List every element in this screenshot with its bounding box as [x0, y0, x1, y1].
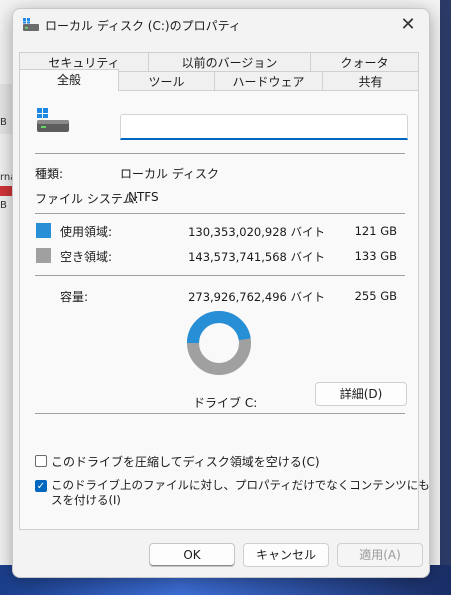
tab-general[interactable]: 全般	[19, 69, 119, 91]
background-red-bar	[0, 186, 12, 196]
compress-drive-label[interactable]: このドライブを圧縮してディスク領域を空ける(C)	[51, 453, 320, 470]
drive-icon	[23, 18, 39, 31]
used-space-gb: 121 GB	[354, 224, 397, 238]
type-label: 種類:	[35, 167, 64, 181]
tab-tools[interactable]: ツール	[118, 71, 215, 91]
capacity-bytes: 273,926,762,496 バイト	[188, 290, 325, 304]
tab-quota[interactable]: クォータ	[310, 52, 419, 72]
index-contents-label-line1[interactable]: このドライブ上のファイルに対し、プロパティだけでなくコンテンツにもインデック	[51, 477, 429, 493]
window-title: ローカル ディスク (C:)のプロパティ	[45, 19, 241, 33]
tab-previous-versions[interactable]: 以前のバージョン	[148, 52, 311, 72]
close-button[interactable]: ✕	[391, 11, 425, 39]
capacity-gb: 255 GB	[354, 289, 397, 303]
background-text-fragment: B	[0, 117, 7, 128]
free-space-gb: 133 GB	[354, 249, 397, 263]
drive-name-input[interactable]	[120, 114, 408, 140]
cancel-button[interactable]: キャンセル	[243, 543, 329, 567]
compress-drive-checkbox[interactable]	[35, 455, 47, 467]
used-space-label: 使用領域:	[60, 225, 113, 239]
filesystem-value: NTFS	[128, 190, 159, 204]
divider	[35, 275, 405, 276]
free-space-bytes: 143,573,741,568 バイト	[188, 250, 325, 264]
index-contents-label-line2[interactable]: スを付ける(I)	[51, 492, 121, 508]
local-disk-icon	[37, 108, 69, 132]
tab-sharing[interactable]: 共有	[322, 71, 419, 91]
apply-button[interactable]: 適用(A)	[337, 543, 423, 567]
free-space-label: 空き領域:	[60, 250, 113, 264]
divider	[35, 153, 405, 154]
index-contents-checkbox[interactable]: ✓	[35, 480, 47, 492]
drive-letter-label: ドライブ C:	[193, 396, 258, 410]
divider	[35, 413, 405, 414]
capacity-label: 容量:	[60, 290, 89, 304]
title-bar[interactable]: ローカル ディスク (C:)のプロパティ ✕	[13, 9, 429, 41]
used-space-bytes: 130,353,020,928 バイト	[188, 225, 325, 239]
properties-dialog: ローカル ディスク (C:)のプロパティ ✕ セキュリティ 以前のバージョン ク…	[12, 8, 430, 578]
type-value: ローカル ディスク	[120, 167, 219, 181]
ok-button[interactable]: OK	[149, 543, 235, 567]
details-button[interactable]: 詳細(D)	[315, 382, 407, 406]
background-text-fragment: B	[0, 200, 7, 211]
free-space-swatch	[36, 248, 51, 263]
tab-hardware[interactable]: ハードウェア	[214, 71, 323, 91]
used-space-swatch	[36, 223, 51, 238]
filesystem-label: ファイル システム:	[35, 192, 139, 206]
disk-usage-donut-chart	[187, 311, 251, 375]
divider	[35, 213, 405, 214]
